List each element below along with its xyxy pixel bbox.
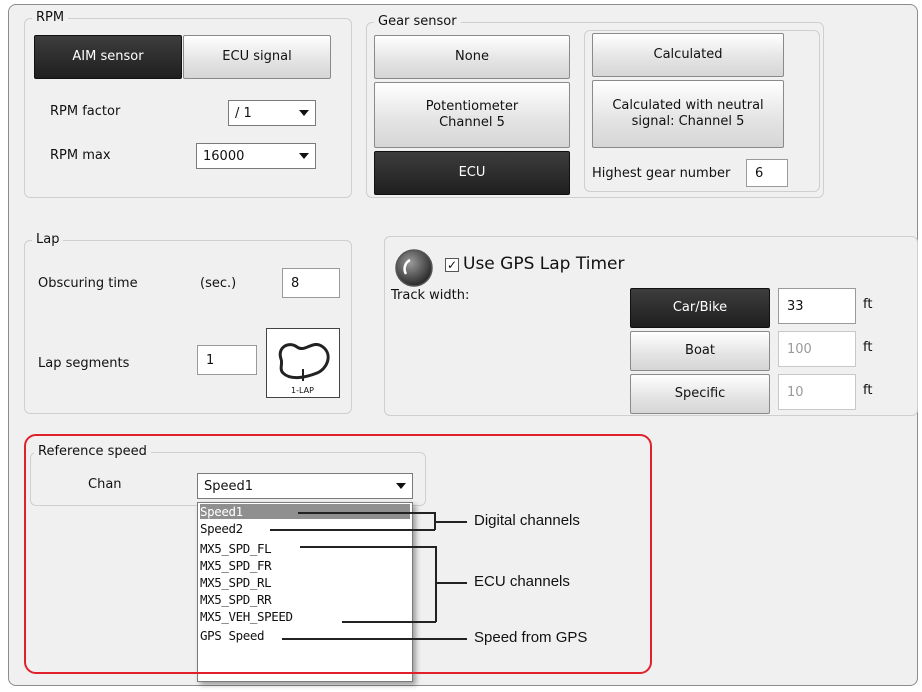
highest-gear-input[interactable]: 6: [746, 159, 788, 187]
lap-segments-input[interactable]: 1: [197, 345, 257, 375]
specific-unit: ft: [863, 383, 873, 398]
aim-sensor-button[interactable]: AIM sensor: [34, 35, 182, 79]
boat-unit: ft: [863, 340, 873, 355]
rpm-factor-label: RPM factor: [50, 104, 121, 119]
ecu-signal-button[interactable]: ECU signal: [183, 35, 331, 79]
specific-button[interactable]: Specific: [630, 374, 770, 414]
gear-ecu-button[interactable]: ECU: [374, 151, 570, 195]
rpm-max-value: 16000: [203, 148, 245, 164]
gear-none-button[interactable]: None: [374, 35, 570, 79]
rpm-group-title: RPM: [32, 10, 69, 25]
rpm-max-label: RPM max: [50, 148, 111, 163]
rpm-factor-value: / 1: [235, 105, 252, 121]
obscuring-time-label: Obscuring time: [38, 276, 138, 291]
lap-track-icon: 1-LAP: [266, 328, 340, 398]
track-width-label: Track width:: [391, 288, 470, 303]
chevron-down-icon: [299, 110, 309, 116]
car-bike-width-input[interactable]: 33: [778, 288, 856, 324]
highest-gear-label: Highest gear number: [592, 166, 731, 181]
rpm-max-select[interactable]: 16000: [196, 143, 316, 169]
gps-timer-icon: [394, 248, 434, 288]
chevron-down-icon: [299, 153, 309, 159]
lap-segments-label: Lap segments: [38, 356, 130, 371]
lap-icon-caption: 1-LAP: [291, 386, 314, 395]
reference-speed-highlight: [24, 434, 652, 674]
use-gps-label: Use GPS Lap Timer: [463, 254, 625, 274]
lap-group-title: Lap: [32, 232, 64, 247]
obscuring-time-input[interactable]: 8: [282, 268, 340, 298]
rpm-factor-select[interactable]: / 1: [228, 100, 316, 126]
obscuring-time-unit: (sec.): [200, 276, 237, 291]
boat-button[interactable]: Boat: [630, 331, 770, 371]
gear-sensor-group-title: Gear sensor: [374, 14, 461, 29]
car-bike-unit: ft: [863, 297, 873, 312]
specific-width-input[interactable]: 10: [778, 374, 856, 410]
gear-calculated-button[interactable]: Calculated: [592, 33, 784, 77]
gear-potentiometer-button[interactable]: Potentiometer Channel 5: [374, 82, 570, 148]
use-gps-checkbox[interactable]: ✓: [445, 258, 459, 272]
stopwatch-icon: [395, 249, 433, 287]
boat-width-input[interactable]: 100: [778, 331, 856, 367]
gear-calculated-neutral-button[interactable]: Calculated with neutral signal: Channel …: [592, 80, 784, 148]
car-bike-button[interactable]: Car/Bike: [630, 288, 770, 328]
